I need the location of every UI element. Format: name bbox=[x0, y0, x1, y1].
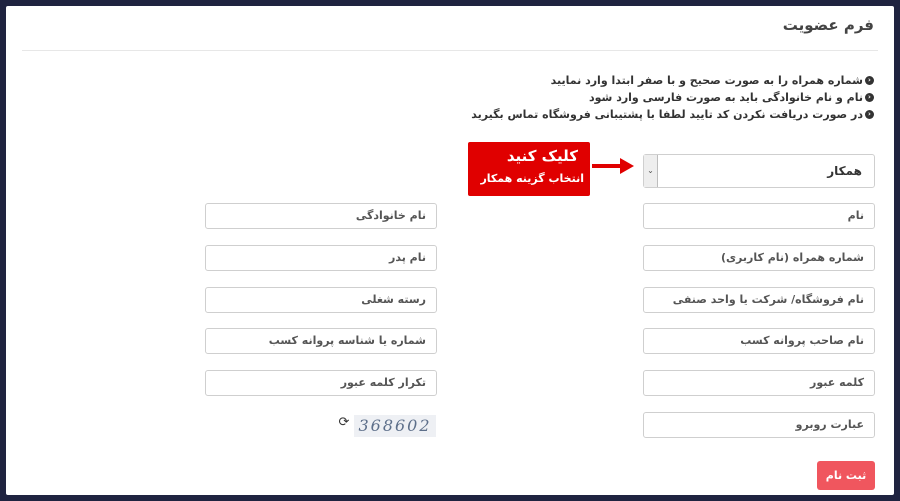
father-name-field[interactable]: نام پدر bbox=[205, 245, 437, 271]
callout-line1: کلیک کنید bbox=[506, 147, 578, 165]
captcha-image: 368602 bbox=[354, 415, 436, 437]
note-item: ‹ در صورت دریافت نکردن کد تایید لطفا با … bbox=[174, 106, 874, 123]
arrow-right-icon bbox=[592, 158, 634, 174]
click-here-callout: کلیک کنید انتخاب گزینه همکار bbox=[468, 142, 590, 196]
license-number-field[interactable]: شماره یا شناسه پروانه کسب bbox=[205, 328, 437, 354]
password-repeat-field[interactable]: تکرار کلمه عبور bbox=[205, 370, 437, 396]
chevron-left-icon: ‹ bbox=[865, 76, 874, 85]
password-field[interactable]: کلمه عبور bbox=[643, 370, 875, 396]
member-type-value: همکار bbox=[827, 164, 862, 178]
chevron-down-icon: ⌄ bbox=[644, 155, 658, 187]
chevron-left-icon: ‹ bbox=[865, 93, 874, 102]
last-name-field[interactable]: نام خانوادگی bbox=[205, 203, 437, 229]
refresh-icon[interactable]: ⟳ bbox=[337, 416, 351, 430]
note-item: ‹ نام و نام خانوادگی باید به صورت فارسی … bbox=[174, 89, 874, 106]
chevron-left-icon: ‹ bbox=[865, 110, 874, 119]
captcha-input[interactable]: عبارت روبرو bbox=[643, 412, 875, 438]
register-button[interactable]: ثبت نام bbox=[817, 461, 875, 490]
member-type-select[interactable]: همکار ⌄ bbox=[643, 154, 875, 188]
note-item: ‹ شماره همراه را به صورت صحیح و با صفر ا… bbox=[174, 72, 874, 89]
notes-list: ‹ شماره همراه را به صورت صحیح و با صفر ا… bbox=[174, 72, 874, 123]
first-name-field[interactable]: نام bbox=[643, 203, 875, 229]
license-owner-field[interactable]: نام صاحب پروانه کسب bbox=[643, 328, 875, 354]
mobile-field[interactable]: شماره همراه (نام کاربری) bbox=[643, 245, 875, 271]
form-title: فرم عضویت bbox=[782, 16, 874, 34]
job-category-field[interactable]: رسته شغلی bbox=[205, 287, 437, 313]
registration-card: فرم عضویت ‹ شماره همراه را به صورت صحیح … bbox=[6, 6, 894, 495]
title-divider bbox=[22, 50, 878, 51]
store-name-field[interactable]: نام فروشگاه/ شرکت یا واحد صنفی bbox=[643, 287, 875, 313]
callout-line2: انتخاب گزینه همکار bbox=[480, 172, 584, 185]
